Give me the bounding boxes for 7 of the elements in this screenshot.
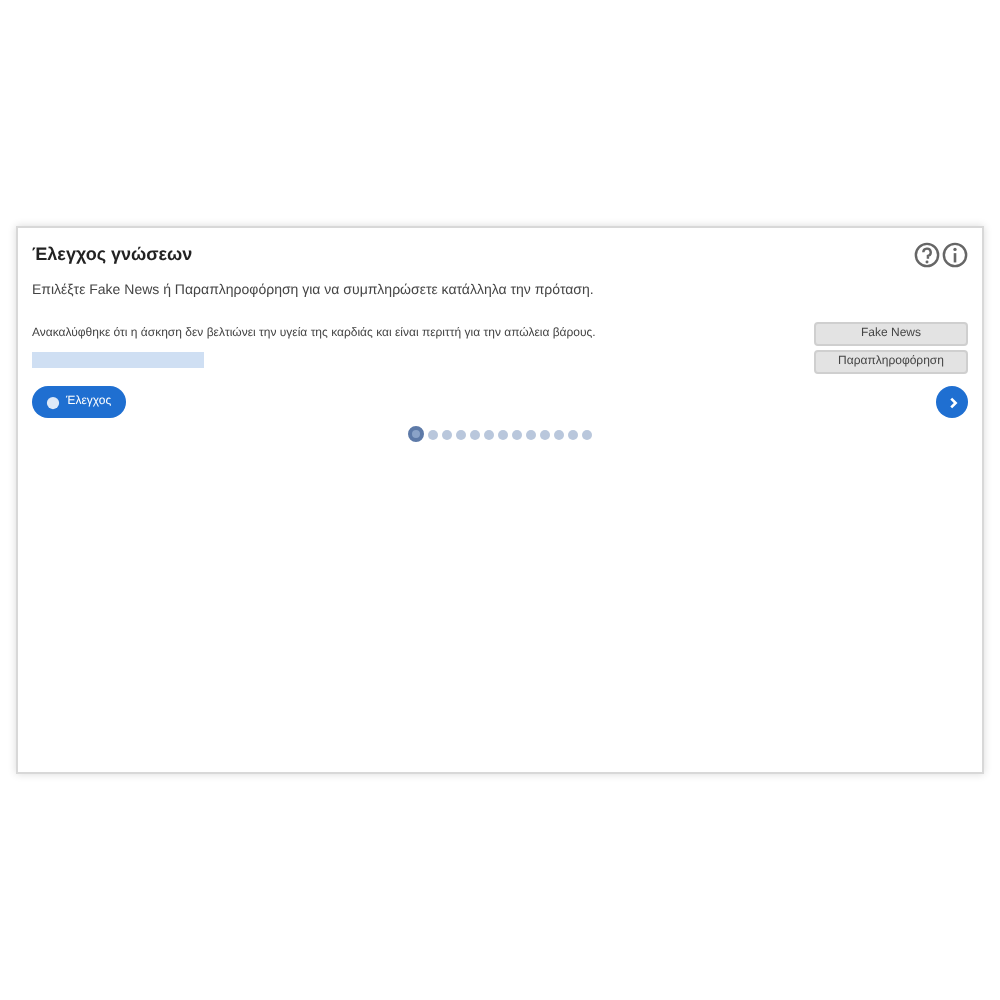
check-circle-icon [46, 395, 60, 409]
chevron-right-icon [945, 395, 959, 409]
info-icon[interactable] [942, 242, 968, 269]
drop-field[interactable] [32, 352, 204, 368]
card-title: Έλεγχος γνώσεων [32, 242, 193, 268]
help-icon[interactable] [914, 242, 940, 269]
next-button[interactable] [936, 386, 968, 418]
